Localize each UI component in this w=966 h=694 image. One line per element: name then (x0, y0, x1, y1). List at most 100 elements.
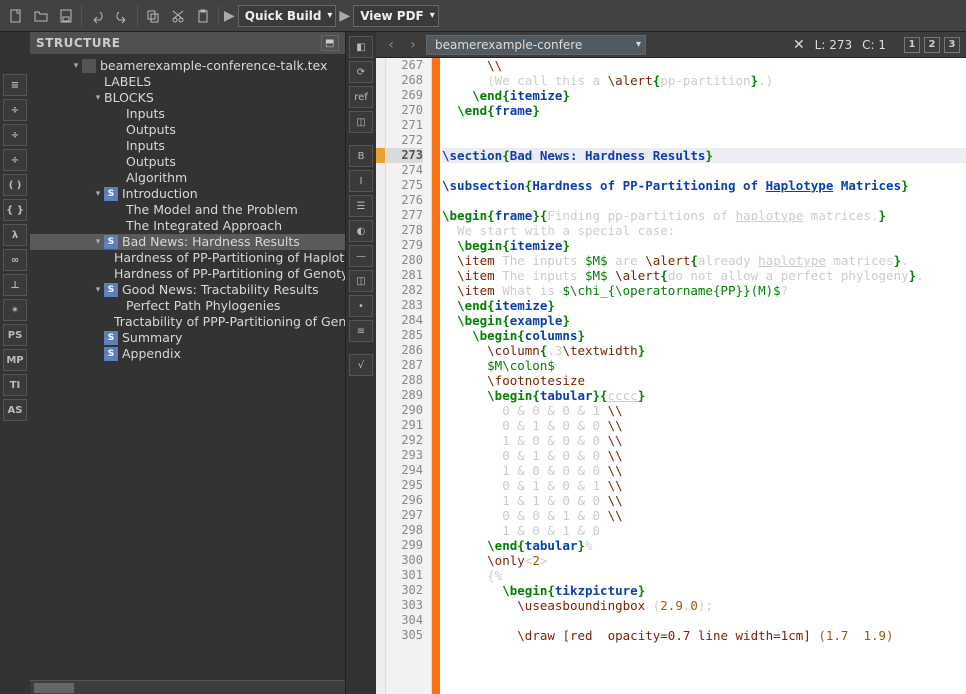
tree-row[interactable]: The Model and the Problem (30, 202, 345, 218)
tree-row[interactable]: ▾BLOCKS (30, 90, 345, 106)
structure-sync-icon[interactable]: ⬒ (321, 35, 339, 51)
document-icon (82, 59, 96, 73)
tree-label: Outputs (126, 154, 176, 170)
symbol-button[interactable]: TI (3, 374, 27, 396)
bookmark-3[interactable]: 3 (944, 37, 960, 53)
section-icon: S (104, 235, 118, 249)
cursor-line: L: 273 (815, 38, 852, 52)
viewer-dropdown[interactable]: View PDF (353, 5, 439, 27)
tree-label: Outputs (126, 122, 176, 138)
tree-label: Tractability of PPP-Partitioning of Genc (114, 314, 345, 330)
cursor-position: ✕ L: 273 C: 1 (793, 37, 886, 53)
vtool-button[interactable]: • (349, 295, 373, 317)
build-dropdown[interactable]: Quick Build (238, 5, 337, 27)
paste-icon[interactable] (191, 4, 215, 28)
tree-row[interactable]: Inputs (30, 138, 345, 154)
tree-row[interactable]: Hardness of PP-Partitioning of Genotyp (30, 266, 345, 282)
nav-fwd-icon[interactable]: › (404, 37, 422, 53)
symbol-button[interactable]: { } (3, 199, 27, 221)
vtool-button[interactable]: ◐ (349, 220, 373, 242)
tree-label: Hardness of PP-Partitioning of Haploty (114, 250, 345, 266)
close-icon[interactable]: ✕ (793, 37, 805, 53)
horizontal-scrollbar[interactable] (30, 680, 345, 694)
tree-row[interactable]: Inputs (30, 106, 345, 122)
bookmark-1[interactable]: 1 (904, 37, 920, 53)
tree-row[interactable]: ▾SGood News: Tractability Results (30, 282, 345, 298)
structure-tree[interactable]: ▾beamerexample-conference-talk.texLABELS… (30, 54, 345, 680)
bookmark-2[interactable]: 2 (924, 37, 940, 53)
tree-row[interactable]: Hardness of PP-Partitioning of Haploty (30, 250, 345, 266)
tree-label: Summary (122, 330, 182, 346)
symbol-button[interactable]: λ (3, 224, 27, 246)
structure-title: STRUCTURE (36, 36, 121, 50)
save-icon[interactable] (54, 4, 78, 28)
tree-row[interactable]: ▾beamerexample-conference-talk.tex (30, 58, 345, 74)
tree-row[interactable]: The Integrated Approach (30, 218, 345, 234)
vtool-button[interactable]: ◫ (349, 270, 373, 292)
separator (137, 6, 138, 26)
editor-pane: ‹ › beamerexample-confere ✕ L: 273 C: 1 … (376, 32, 966, 694)
section-icon: S (104, 331, 118, 345)
copy-icon[interactable] (141, 4, 165, 28)
code-content[interactable]: \\ (We call this a \alert{pp-partition}.… (440, 58, 966, 694)
tree-label: Inputs (126, 138, 165, 154)
vtool-button[interactable]: ◫ (349, 111, 373, 133)
section-icon: S (104, 347, 118, 361)
nav-back-icon[interactable]: ‹ (382, 37, 400, 53)
vtool-button[interactable]: ≡ (349, 320, 373, 342)
tree-row[interactable]: Tractability of PPP-Partitioning of Genc (30, 314, 345, 330)
fold-column (432, 58, 440, 694)
cut-icon[interactable] (166, 4, 190, 28)
open-file-icon[interactable] (29, 4, 53, 28)
symbol-button[interactable]: AS (3, 399, 27, 421)
tree-row[interactable]: ▾SIntroduction (30, 186, 345, 202)
tree-row[interactable]: S Appendix (30, 346, 345, 362)
vtool-button[interactable]: I (349, 170, 373, 192)
tree-row[interactable]: LABELS (30, 74, 345, 90)
tree-label: BLOCKS (104, 90, 154, 106)
vtool-button[interactable]: ref (349, 86, 373, 108)
view-icon[interactable]: ▶ (337, 8, 352, 24)
symbol-button[interactable]: ∞ (3, 249, 27, 271)
tree-label: The Model and the Problem (126, 202, 298, 218)
symbol-button[interactable]: ⊥ (3, 274, 27, 296)
tree-label: LABELS (104, 74, 151, 90)
tree-row[interactable]: S Summary (30, 330, 345, 346)
vtool-button[interactable]: ⟳ (349, 61, 373, 83)
tree-label: The Integrated Approach (126, 218, 282, 234)
tree-row[interactable]: Outputs (30, 122, 345, 138)
tree-row[interactable]: Perfect Path Phylogenies (30, 298, 345, 314)
editor-header: ‹ › beamerexample-confere ✕ L: 273 C: 1 … (376, 32, 966, 58)
run-icon[interactable]: ▶ (222, 8, 237, 24)
new-file-icon[interactable] (4, 4, 28, 28)
vtool-button[interactable]: √ (349, 354, 373, 376)
vtool-button[interactable]: ☰ (349, 195, 373, 217)
symbol-button[interactable]: MP (3, 349, 27, 371)
editor-vertical-toolbar: ◧ ⟳ ref ◫ BI ☰ ◐ — ◫ • ≡ √ (346, 32, 376, 694)
vtool-button[interactable]: — (349, 245, 373, 267)
main-toolbar: ▶ Quick Build ▶ View PDF (0, 0, 966, 32)
redo-icon[interactable] (110, 4, 134, 28)
symbol-button[interactable]: PS (3, 324, 27, 346)
symbol-button[interactable]: ÷ (3, 149, 27, 171)
structure-header: STRUCTURE ⬒ (30, 32, 345, 54)
code-area[interactable]: 2672682692702712722732742752762772782792… (376, 58, 966, 694)
vtool-button[interactable]: B (349, 145, 373, 167)
tree-label: Perfect Path Phylogenies (126, 298, 280, 314)
document-tab[interactable]: beamerexample-confere (426, 35, 646, 55)
symbol-button[interactable]: ✶ (3, 299, 27, 321)
structure-panel: STRUCTURE ⬒ ▾beamerexample-conference-ta… (30, 32, 346, 694)
tree-row[interactable]: Outputs (30, 154, 345, 170)
tree-row[interactable]: Algorithm (30, 170, 345, 186)
separator (81, 6, 82, 26)
symbol-button[interactable]: ÷ (3, 99, 27, 121)
tree-label: Algorithm (126, 170, 187, 186)
symbol-button[interactable]: ≡ (3, 74, 27, 96)
vtool-button[interactable]: ◧ (349, 36, 373, 58)
section-icon: S (104, 187, 118, 201)
symbol-button[interactable]: ( ) (3, 174, 27, 196)
symbol-button[interactable]: ÷ (3, 124, 27, 146)
tree-label: Appendix (122, 346, 181, 362)
tree-row[interactable]: ▾SBad News: Hardness Results (30, 234, 345, 250)
undo-icon[interactable] (85, 4, 109, 28)
